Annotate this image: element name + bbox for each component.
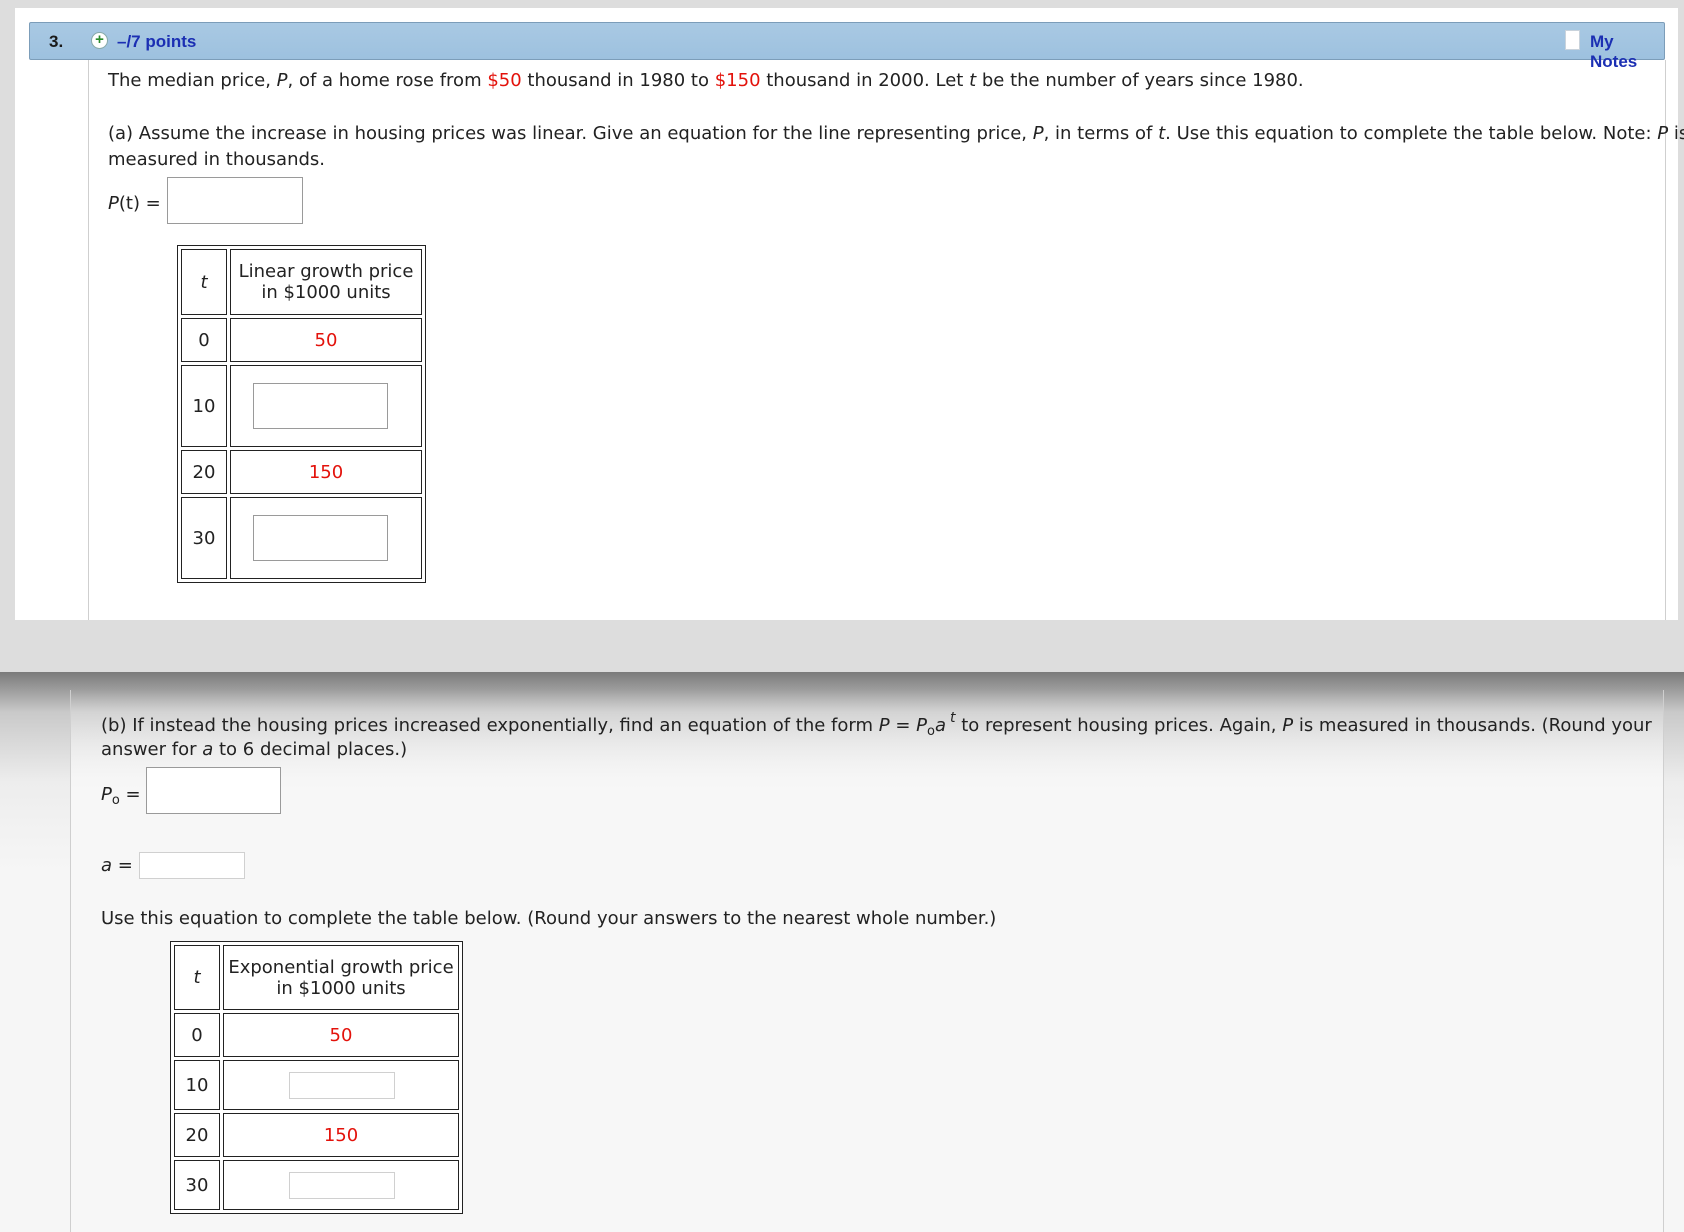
question-number: 3. xyxy=(49,32,64,51)
label-rest: (t) = xyxy=(118,193,161,214)
label-eq: = xyxy=(119,784,141,805)
a-input[interactable] xyxy=(139,852,245,879)
notes-page-icon[interactable] xyxy=(1565,30,1580,50)
row-price-given: 150 xyxy=(230,450,422,494)
linear-price-input-10[interactable] xyxy=(253,383,388,429)
row-t: 20 xyxy=(174,1113,220,1157)
col-t-label: t xyxy=(193,967,201,988)
intro-part: thousand in 1980 to xyxy=(521,70,715,91)
price-start: $50 xyxy=(487,70,522,91)
intro-part: , of a home rose from xyxy=(287,70,488,91)
row-t: 10 xyxy=(174,1060,220,1110)
row-price-cell xyxy=(223,1160,459,1210)
text-part: = xyxy=(889,715,917,736)
row-price-cell xyxy=(230,497,422,579)
text-part: is measured in thousands. (Round your xyxy=(1293,715,1652,736)
intro-part: thousand in 2000. Let xyxy=(760,70,970,91)
col-price-line1: Exponential growth price xyxy=(228,956,454,978)
left-rule xyxy=(88,60,89,620)
var-a: a xyxy=(202,739,214,760)
var-P: P xyxy=(1657,123,1669,144)
text-part: (b) If instead the housing prices increa… xyxy=(101,715,879,736)
question-header: 3. + –/7 points My Notes xyxy=(29,22,1665,71)
row-t: 30 xyxy=(174,1160,220,1210)
row-price-given: 50 xyxy=(230,318,422,362)
var-P: P xyxy=(276,70,288,91)
header-price: Linear growth price in $1000 units xyxy=(230,249,422,315)
label-eq: = xyxy=(112,855,133,876)
row-t: 20 xyxy=(181,450,227,494)
var-P: P xyxy=(878,715,890,736)
var-P: P xyxy=(101,784,112,805)
pt-equation-label: P(t) = xyxy=(108,191,161,217)
linear-price-input-30[interactable] xyxy=(253,515,388,561)
var-P: P xyxy=(916,715,927,736)
part-a-instructions-line2: measured in thousands. xyxy=(108,149,326,170)
header-price: Exponential growth price in $1000 units xyxy=(223,945,459,1010)
points-label: –/7 points xyxy=(117,32,197,51)
header-t: t xyxy=(181,249,227,315)
text-part: . Use this equation to complete the tabl… xyxy=(1165,123,1658,144)
linear-growth-table: t Linear growth price in $1000 units 0 50… xyxy=(177,245,426,583)
header-t: t xyxy=(174,945,220,1010)
row-t: 10 xyxy=(181,365,227,447)
plus-circle-icon[interactable]: + xyxy=(91,32,108,49)
row-price-cell xyxy=(223,1060,459,1110)
intro-text: The median price, P, of a home rose from… xyxy=(108,68,1304,94)
intro-part: The median price, xyxy=(108,70,277,91)
row-price-cell xyxy=(230,365,422,447)
text-part: answer for xyxy=(101,739,203,760)
exponential-growth-table: t Exponential growth price in $1000 units… xyxy=(170,941,463,1214)
text-part: to represent housing prices. Again, xyxy=(955,715,1283,736)
col-price-line2: in $1000 units xyxy=(261,282,391,303)
intro-part: be the number of years since 1980. xyxy=(976,70,1304,91)
pt-equation-input[interactable] xyxy=(167,177,303,224)
row-t: 30 xyxy=(181,497,227,579)
row-price-given: 150 xyxy=(223,1113,459,1157)
text-part: to 6 decimal places.) xyxy=(213,739,408,760)
exp-price-input-30[interactable] xyxy=(289,1172,395,1199)
part-b-table-instruction: Use this equation to complete the table … xyxy=(101,908,997,929)
exp-price-input-10[interactable] xyxy=(289,1072,395,1099)
price-end: $150 xyxy=(714,70,761,91)
var-P: P xyxy=(1282,715,1294,736)
text-part: (a) Assume the increase in housing price… xyxy=(108,123,1033,144)
var-a: a xyxy=(101,855,113,876)
var-P: P xyxy=(1032,123,1044,144)
text-part: , in terms of xyxy=(1043,123,1159,144)
p0-input[interactable] xyxy=(146,767,281,814)
col-t-label: t xyxy=(200,271,208,293)
var-a: a xyxy=(934,715,946,736)
row-t: 0 xyxy=(181,318,227,362)
my-notes-link[interactable]: My Notes xyxy=(1590,32,1664,72)
text-part: is xyxy=(1673,123,1684,144)
var-P: P xyxy=(108,193,119,214)
part-b-instructions-line2: answer for a to 6 decimal places.) xyxy=(101,737,407,763)
a-label: a = xyxy=(101,853,133,879)
col-price-line1: Linear growth price xyxy=(238,261,414,282)
col-price-line2: in $1000 units xyxy=(276,977,406,999)
subscript-o: o xyxy=(927,724,935,739)
subscript-o: o xyxy=(111,793,120,808)
row-price-given: 50 xyxy=(223,1013,459,1057)
p0-label: Po = xyxy=(101,782,141,814)
part-a-instructions-line1: (a) Assume the increase in housing price… xyxy=(108,121,1684,147)
row-t: 0 xyxy=(174,1013,220,1057)
